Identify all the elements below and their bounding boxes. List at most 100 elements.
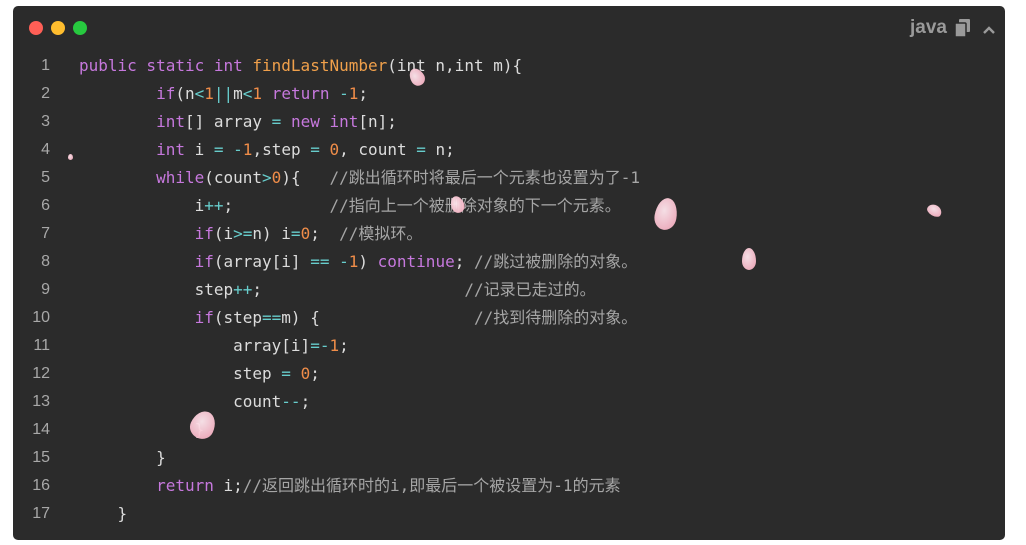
code-token: -- (281, 392, 301, 411)
line-number: 7 (41, 225, 50, 242)
code-token: 0 (300, 224, 311, 243)
line-number: 13 (32, 393, 50, 410)
code-token: step (79, 280, 234, 299)
code-token: i (79, 196, 205, 215)
code-text: array[i]=-1; (79, 332, 349, 360)
line-number: 8 (41, 253, 50, 270)
code-token: (count (204, 168, 263, 187)
code-token: } (79, 448, 166, 467)
code-token: ) (358, 252, 378, 271)
code-token: (array[i] (213, 252, 311, 271)
code-token: ; (252, 280, 465, 299)
code-token: ++ (233, 280, 253, 299)
code-token: < (194, 84, 205, 103)
code-token: while (156, 168, 205, 187)
code-token: = (281, 364, 291, 383)
code-token: step (79, 364, 282, 383)
code-token: new (290, 112, 320, 131)
code-token: ; (310, 364, 320, 383)
code-token: 1 (204, 84, 214, 103)
code-token: [] array (184, 112, 272, 131)
code-token: n; (425, 140, 455, 159)
line-number: 15 (32, 449, 50, 466)
copy-icon[interactable] (954, 19, 971, 38)
code-token: } (79, 504, 128, 523)
code-token: [n]; (358, 112, 397, 131)
code-text: } (79, 444, 166, 472)
code-token: return (156, 476, 214, 495)
code-token: 1 (348, 84, 359, 103)
line-number: 1 (41, 57, 50, 74)
code-token: i; (213, 476, 243, 495)
code-token: = (310, 336, 320, 355)
code-token: == (262, 308, 282, 327)
code-token: == (310, 252, 330, 271)
code-text: if(array[i] == -1) continue; //跳过被删除的对象。 (79, 248, 638, 276)
code-token: //模拟环。 (339, 224, 423, 243)
code-token: count (79, 392, 282, 411)
code-text: return i;//返回跳出循环时的i,即最后一个被设置为-1的元素 (79, 472, 621, 500)
line-number: 16 (32, 477, 50, 494)
code-block-window: java 1 public static int findLastNumber(i… (13, 6, 1005, 540)
code-token: int (329, 112, 359, 131)
code-token: if (194, 308, 214, 327)
code-token: 1 (252, 84, 263, 103)
code-token: findLastNumber (252, 56, 388, 75)
code-token: >= (233, 224, 253, 243)
code-token: < (242, 84, 253, 103)
code-token: , count (339, 140, 417, 159)
line-number: 3 (41, 113, 50, 130)
code-token: || (213, 84, 234, 103)
code-token: ){ (281, 168, 330, 187)
code-text: int i = -1,step = 0, count = n; (79, 136, 455, 164)
close-dot (29, 21, 43, 35)
code-text: if(n<1||m<1 return -1; (79, 80, 368, 108)
code-token: 1 (329, 336, 340, 355)
code-token: 1 (242, 140, 253, 159)
code-token: //跳过被删除的对象。 (473, 252, 638, 271)
code-token: (n (175, 84, 195, 103)
code-text: step = 0; (79, 360, 320, 388)
code-token: (step (213, 308, 263, 327)
code-token: m) { (281, 308, 474, 327)
code-token: ; (223, 196, 330, 215)
line-number: 14 (32, 421, 50, 438)
code-token: int (156, 112, 185, 131)
code-token: ; (339, 336, 349, 355)
code-token: ++ (204, 196, 224, 215)
code-token: = (271, 112, 282, 131)
code-token: 1 (348, 252, 359, 271)
line-number: 5 (41, 169, 50, 186)
code-text: count--; (79, 388, 310, 416)
code-token: if (194, 252, 214, 271)
code-token: ,step (252, 140, 311, 159)
code-token: 0 (329, 140, 340, 159)
code-token: 0 (300, 364, 311, 383)
code-text: } (79, 416, 205, 444)
code-token: public static int (79, 56, 253, 75)
code-token: ; (358, 84, 369, 103)
code-text: } (79, 500, 128, 528)
line-number: 4 (41, 141, 50, 158)
line-number: 11 (33, 337, 50, 354)
code-token: (i (213, 224, 234, 243)
code-token: ; (300, 392, 311, 411)
code-token: (int n,int m){ (387, 56, 523, 75)
petal-decoration (68, 154, 73, 160)
code-text: while(count>0){ //跳出循环时将最后一个元素也设置为了-1 (79, 164, 640, 192)
code-token: ; (310, 224, 340, 243)
chevron-up-icon[interactable] (983, 22, 995, 34)
code-text: i++; //指向上一个被删除对象的下一个元素。 (79, 192, 621, 220)
code-token: n) i (252, 224, 291, 243)
code-token: = (213, 140, 224, 159)
code-token: //找到待删除的对象。 (473, 308, 638, 327)
maximize-dot (73, 21, 87, 35)
